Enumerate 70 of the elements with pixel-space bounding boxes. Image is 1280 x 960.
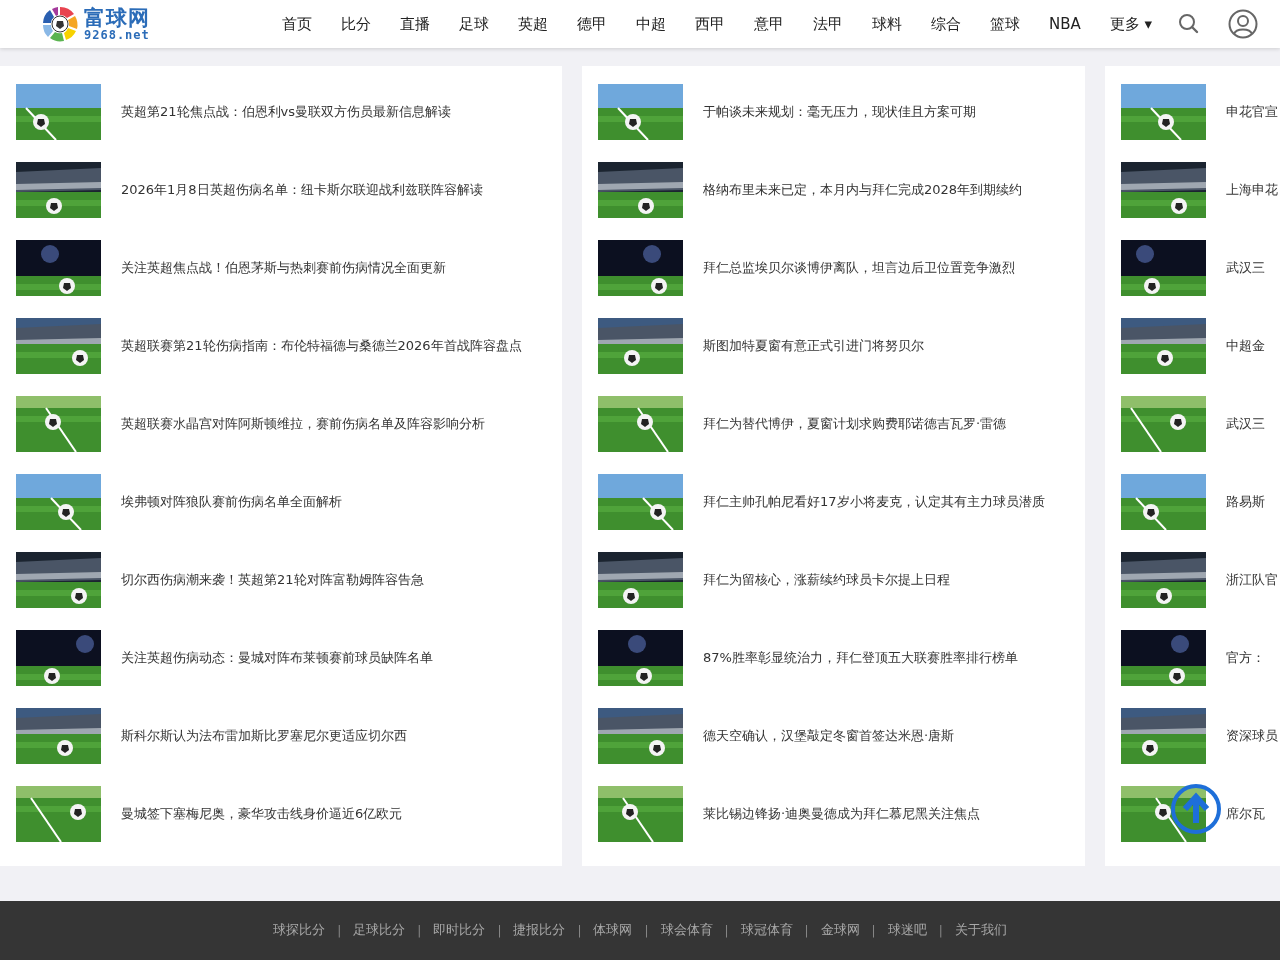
footer-link[interactable]: 即时比分 [433, 921, 486, 940]
nav-link[interactable]: 中超 [636, 12, 666, 36]
news-title[interactable]: 拜仁为替代博伊，夏窗计划求购费耶诺德吉瓦罗·雷德 [703, 414, 1007, 434]
nav-link[interactable]: 篮球 [990, 12, 1020, 36]
separator: | [417, 922, 422, 940]
nav-link[interactable]: 西甲 [695, 12, 725, 36]
news-title[interactable]: 路易斯 [1226, 492, 1265, 512]
news-title[interactable]: 英超联赛水晶宫对阵阿斯顿维拉，赛前伤病名单及阵容影响分析 [121, 414, 485, 434]
site-domain: 9268.net [84, 29, 150, 41]
back-to-top-button[interactable] [1170, 783, 1222, 835]
footer-link[interactable]: 球迷吧 [887, 921, 927, 940]
nav-link[interactable]: 首页 [282, 12, 312, 36]
news-title[interactable]: 浙江队官 [1226, 570, 1278, 590]
news-title[interactable]: 格纳布里未来已定，本月内与拜仁完成2028年到期续约 [703, 180, 1023, 200]
search-icon[interactable] [1178, 13, 1201, 35]
logo-icon [40, 5, 80, 43]
news-title[interactable]: 关注英超伤病动态：曼城对阵布莱顿赛前球员缺阵名单 [121, 648, 433, 668]
news-title[interactable]: 拜仁总监埃贝尔谈博伊离队，坦言边后卫位置竞争激烈 [703, 258, 1015, 278]
separator: | [644, 922, 649, 940]
footer-link[interactable]: 球冠体育 [740, 921, 793, 940]
news-title[interactable]: 中超金 [1226, 336, 1265, 356]
separator: | [577, 922, 582, 940]
footer-link[interactable]: 捷报比分 [513, 921, 566, 940]
separator: | [804, 922, 809, 940]
news-title[interactable]: 拜仁为留核心，涨薪续约球员卡尔提上日程 [703, 570, 950, 590]
news-title[interactable]: 斯科尔斯认为法布雷加斯比罗塞尼尔更适应切尔西 [121, 726, 407, 746]
news-title[interactable]: 英超第21轮焦点战：伯恩利vs曼联双方伤员最新信息解读 [121, 102, 451, 122]
separator: | [337, 922, 342, 940]
footer-link[interactable]: 球会体育 [660, 921, 713, 940]
separator: | [497, 922, 502, 940]
news-title[interactable]: 关注英超焦点战！伯恩茅斯与热刺赛前伤病情况全面更新 [121, 258, 446, 278]
footer-link[interactable]: 关于我们 [954, 921, 1007, 940]
news-title[interactable]: 武汉三 [1226, 414, 1265, 434]
nav-link[interactable]: 综合 [931, 12, 961, 36]
more-menu[interactable]: 更多 ▾ [1109, 12, 1153, 36]
nav-link[interactable]: 法甲 [813, 12, 843, 36]
news-title[interactable]: 于帕谈未来规划：毫无压力，现状佳且方案可期 [703, 102, 976, 122]
footer-link[interactable]: 足球比分 [353, 921, 406, 940]
nav-link[interactable]: 英超 [518, 12, 548, 36]
news-title[interactable]: 英超联赛第21轮伤病指南：布伦特福德与桑德兰2026年首战阵容盘点 [121, 336, 522, 356]
news-title[interactable]: 莱比锡边锋扬·迪奥曼德成为拜仁慕尼黑关注焦点 [703, 804, 981, 824]
news-title[interactable]: 官方： [1226, 648, 1265, 668]
footer-link[interactable]: 体球网 [593, 921, 633, 940]
news-title[interactable]: 申花官宣 [1226, 102, 1278, 122]
logo-text[interactable]: 富球网 [84, 7, 150, 29]
nav-link[interactable]: NBA [1049, 12, 1081, 36]
news-title[interactable]: 87%胜率彰显统治力，拜仁登顶五大联赛胜率排行榜单 [703, 648, 1018, 668]
news-title[interactable]: 曼城签下塞梅尼奥，豪华攻击线身价逼近6亿欧元 [121, 804, 403, 824]
separator: | [871, 922, 876, 940]
news-title[interactable]: 资深球员 [1226, 726, 1278, 746]
footer-link[interactable]: 金球网 [820, 921, 860, 940]
news-title[interactable]: 德天空确认，汉堡敲定冬窗首签达米恩·唐斯 [703, 726, 955, 746]
nav-link[interactable]: 球料 [872, 12, 902, 36]
nav-link[interactable]: 德甲 [577, 12, 607, 36]
news-title[interactable]: 武汉三 [1226, 258, 1265, 278]
nav-link[interactable]: 足球 [459, 12, 489, 36]
news-title[interactable]: 2026年1月8日英超伤病名单：纽卡斯尔联迎战利兹联阵容解读 [121, 180, 483, 200]
nav-link[interactable]: 比分 [341, 12, 371, 36]
footer-link[interactable]: 球探比分 [273, 921, 326, 940]
news-title[interactable]: 切尔西伤病潮来袭！英超第21轮对阵富勒姆阵容告急 [121, 570, 424, 590]
news-title[interactable]: 拜仁主帅孔帕尼看好17岁小将麦克，认定其有主力球员潜质 [703, 492, 1045, 512]
separator: | [724, 922, 729, 940]
news-title[interactable]: 埃弗顿对阵狼队赛前伤病名单全面解析 [121, 492, 342, 512]
nav-link[interactable]: 直播 [400, 12, 430, 36]
user-icon[interactable] [1228, 9, 1259, 39]
news-title[interactable]: 席尔瓦 [1226, 804, 1265, 824]
nav-link[interactable]: 意甲 [754, 12, 784, 36]
news-title[interactable]: 上海申花 [1226, 180, 1278, 200]
news-title[interactable]: 斯图加特夏窗有意正式引进门将努贝尔 [703, 336, 924, 356]
separator: | [938, 922, 943, 940]
